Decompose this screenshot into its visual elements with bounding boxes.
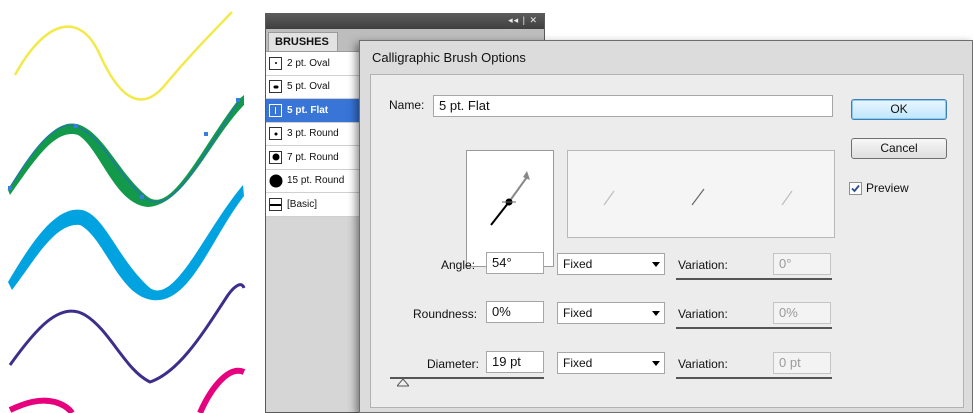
brush-item-15pt-round[interactable]: 15 pt. Round — [266, 170, 362, 193]
brush-item-label: [Basic] — [287, 198, 318, 210]
checkbox-checked-icon — [849, 181, 862, 195]
brush-swatch-icon — [269, 103, 282, 117]
preview-label: Preview — [866, 181, 909, 195]
artboard-canvas[interactable] — [0, 0, 270, 413]
tab-brushes[interactable]: BRUSHES — [268, 32, 338, 51]
name-label: Name: — [389, 98, 425, 112]
brush-item-label: 15 pt. Round — [287, 175, 345, 187]
panel-collapse-close-controls[interactable]: ◂◂ | ✕ — [508, 15, 538, 26]
brush-item-label: 5 pt. Oval — [287, 81, 330, 93]
brush-item-basic[interactable]: [Basic] — [266, 193, 362, 217]
brush-item-2pt-oval[interactable]: 2 pt. Oval — [266, 52, 362, 76]
brush-item-3pt-round[interactable]: 3 pt. Round — [266, 123, 362, 146]
name-field[interactable]: 5 pt. Flat — [433, 95, 833, 117]
dialog-content: Name: 5 pt. Flat OK Cancel Preview — [370, 74, 964, 408]
cyan-stroke[interactable] — [8, 185, 244, 301]
brush-item-label: 3 pt. Round — [287, 128, 339, 140]
brush-item-7pt-round[interactable]: 7 pt. Round — [266, 146, 362, 170]
brush-swatch-icon — [269, 150, 282, 164]
yellow-stroke[interactable] — [13, 11, 233, 101]
brush-swatch-icon — [269, 197, 282, 211]
brush-swatch-icon — [269, 56, 282, 70]
brush-shape-editor[interactable] — [466, 150, 554, 267]
magenta-stroke[interactable] — [8, 367, 246, 413]
panel-titlebar[interactable]: ◂◂ | ✕ — [266, 14, 544, 29]
brush-item-label: 7 pt. Round — [287, 151, 339, 163]
brush-item-label: 2 pt. Oval — [287, 57, 330, 69]
dialog-title: Calligraphic Brush Options — [372, 50, 526, 65]
ok-button[interactable]: OK — [851, 99, 947, 120]
brush-item-5pt-oval[interactable]: 5 pt. Oval — [266, 76, 362, 99]
brush-item-5pt-flat[interactable]: 5 pt. Flat — [266, 99, 362, 123]
brush-swatch-icon — [269, 80, 282, 94]
cancel-button[interactable]: Cancel — [851, 138, 947, 159]
calligraphic-brush-options-dialog: Calligraphic Brush Options Name: 5 pt. F… — [359, 40, 973, 413]
purple-stroke[interactable] — [8, 283, 246, 384]
preview-checkbox[interactable]: Preview — [849, 181, 909, 195]
brush-swatch-icon — [269, 174, 282, 188]
brush-list: 2 pt. Oval 5 pt. Oval 5 pt. Flat 3 pt. R… — [266, 52, 362, 217]
brush-variation-preview — [567, 150, 835, 238]
green-stroke[interactable] — [8, 95, 244, 207]
brush-item-label: 5 pt. Flat — [287, 104, 329, 116]
brush-swatch-icon — [269, 127, 282, 141]
